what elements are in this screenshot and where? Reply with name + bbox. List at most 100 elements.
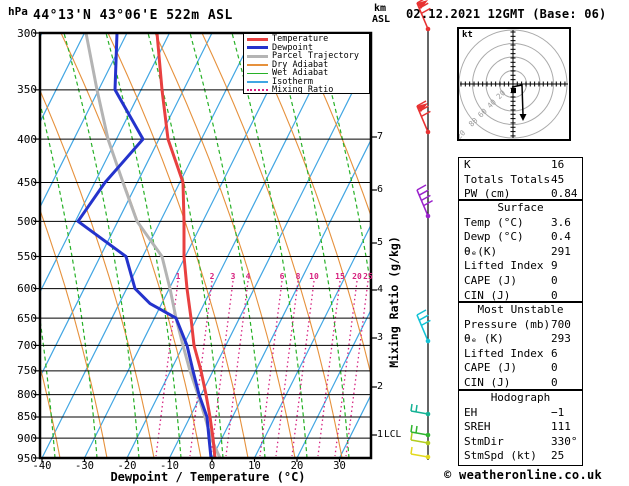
stat-label: EH <box>464 405 478 419</box>
stat-value: 293 <box>551 332 571 346</box>
height-tick-label: 4 <box>377 284 384 295</box>
stat-value: 3.6 <box>551 215 571 229</box>
mixing-ratio-value-label: 4 <box>245 272 251 281</box>
hodograph-unit-label: kt <box>462 30 473 40</box>
legend: Temperature Dewpoint Parcel Trajectory Dry … <box>243 33 370 94</box>
surface-box-title: Surface <box>497 201 544 214</box>
stat-value: 16 <box>551 158 565 171</box>
hodograph-stats-box-title: Hodograph <box>490 391 551 404</box>
height-tick-label: 3 <box>377 332 384 343</box>
stat-row: SREH 111 <box>459 420 582 435</box>
x-axis-title: Dewpoint / Temperature (°C) <box>110 470 306 484</box>
stat-row: StmSpd (kt) 25 <box>459 449 582 464</box>
temperature-tick-label: 0 <box>208 460 216 472</box>
stat-label: CIN (J) <box>464 288 511 302</box>
pressure-tick-label: 550 <box>17 249 37 263</box>
surface-box: Surface Temp (°C) 3.6 Dewp (°C) 0.4 θₑ(K) 291 L… <box>458 200 583 302</box>
indices-box: K 16 Totals Totals 45 PW (cm) 0.84 <box>458 157 583 200</box>
temperature-tick-label: 30 <box>333 460 346 472</box>
stat-value: 0 <box>551 273 558 287</box>
skewt-sounding-page: 20 40 60 80 120 hPa 44°13'N 43°06'E 522m ASL… <box>0 0 629 486</box>
stat-label: CIN (J) <box>464 375 511 389</box>
mixing-ratio-value-label: 25 <box>363 272 373 281</box>
stat-row: Dewp (°C) 0.4 <box>459 230 582 245</box>
pressure-tick-label: 450 <box>17 175 37 189</box>
pressure-tick-label: 350 <box>17 83 37 97</box>
temperature-legend-swatch <box>247 37 268 41</box>
stat-label: θₑ (K) <box>464 332 504 346</box>
mixing-ratio-value-label: 2 <box>209 272 215 281</box>
temperature-tick-label: -40 <box>32 460 52 472</box>
stat-label: CAPE (J) <box>464 273 517 287</box>
temperature-tick-label: -20 <box>117 460 137 472</box>
stat-label: Temp (°C) <box>464 215 524 229</box>
stat-value: 0 <box>551 375 558 389</box>
hodograph: 20406080120 <box>458 28 570 140</box>
stat-label: Lifted Index <box>464 346 544 360</box>
stat-row: θₑ(K) 291 <box>459 245 582 260</box>
legend-item: Mixing Ratio <box>247 86 369 95</box>
stat-row: CAPE (J) 0 <box>459 361 582 376</box>
pressure-tick-label: 850 <box>17 410 37 424</box>
stat-label: StmSpd (kt) <box>464 449 537 463</box>
hodograph-origin-marker <box>511 88 516 93</box>
stat-value: 0 <box>551 361 558 375</box>
mixing-ratio-value-label: 10 <box>309 272 319 281</box>
stat-value: 0.4 <box>551 230 571 244</box>
stat-row: CAPE (J) 0 <box>459 274 582 289</box>
mixing-ratio-axis-title: Mixing Ratio (g/kg) <box>387 236 401 368</box>
pressure-tick-label: 600 <box>17 282 37 296</box>
wind-barb <box>416 184 433 219</box>
stat-label: Dewp (°C) <box>464 230 524 244</box>
dry-adiabat-legend-swatch <box>247 64 268 66</box>
temperature-tick-label: 20 <box>290 460 304 472</box>
most-unstable-box: Most Unstable Pressure (mb) 700 θₑ (K) 293 Li… <box>458 302 583 390</box>
pressure-tick-label: 650 <box>17 311 37 325</box>
station-title: 44°13'N 43°06'E 522m ASL <box>33 8 233 23</box>
height-tick-label: 6 <box>377 184 384 195</box>
legend-item-label: Mixing Ratio <box>272 85 334 95</box>
height-tick-label: 7 <box>377 131 384 142</box>
stat-label: Pressure (mb) <box>464 317 551 331</box>
stat-row: Totals Totals 45 <box>459 173 582 188</box>
height-tick-label: 2 <box>377 381 384 392</box>
stat-row: StmDir 330° <box>459 435 582 450</box>
pressure-tick-label: 500 <box>17 214 37 228</box>
pressure-tick-label: 750 <box>17 364 37 378</box>
height-tick-label: 1 <box>377 429 384 440</box>
height-axis-unit-asl: ASL <box>372 14 391 25</box>
stat-row: CIN (J) 0 <box>459 376 582 391</box>
mixing-ratio-legend-swatch <box>247 89 268 92</box>
parcel-legend-swatch <box>247 54 268 58</box>
stat-value: 330° <box>551 434 578 448</box>
stat-row: CIN (J) 0 <box>459 289 582 304</box>
stat-row: Lifted Index 6 <box>459 347 582 362</box>
pressure-axis-unit: hPa <box>8 5 28 18</box>
stat-value: 700 <box>551 317 571 331</box>
height-axis-unit-km: km <box>374 3 387 14</box>
stat-value: 0 <box>551 288 558 302</box>
stat-label: Totals Totals <box>464 172 551 186</box>
copyright: © weatheronline.co.uk <box>444 468 603 482</box>
most-unstable-box-title: Most Unstable <box>477 303 564 316</box>
height-tick-label: 5 <box>377 237 384 248</box>
pressure-tick-label: 400 <box>17 132 37 146</box>
stat-value: 6 <box>551 346 558 360</box>
stat-label: SREH <box>464 420 491 434</box>
pressure-tick-label: 800 <box>17 388 37 402</box>
stat-row: EH −1 <box>459 406 582 421</box>
stat-row: θₑ (K) 293 <box>459 332 582 347</box>
stat-label: K <box>464 158 471 171</box>
pressure-tick-label: 900 <box>17 431 37 445</box>
temperature-tick-label: 10 <box>248 460 261 472</box>
pressure-tick-label: 700 <box>17 338 37 352</box>
run-datetime: 02.12.2021 12GMT (Base: 06) <box>406 7 607 21</box>
stat-label: StmDir <box>464 434 504 448</box>
stat-value: 25 <box>551 449 565 463</box>
stat-value: −1 <box>551 405 565 419</box>
hodograph-stats-box: Hodograph EH −1 SREH 111 StmDir 330° StmSpd (kt… <box>458 390 583 466</box>
mixing-ratio-value-label: 1 <box>175 272 181 281</box>
isotherm-legend-swatch <box>247 81 268 83</box>
stat-row: Lifted Index 9 <box>459 259 582 274</box>
pressure-tick-label: 300 <box>17 26 37 40</box>
